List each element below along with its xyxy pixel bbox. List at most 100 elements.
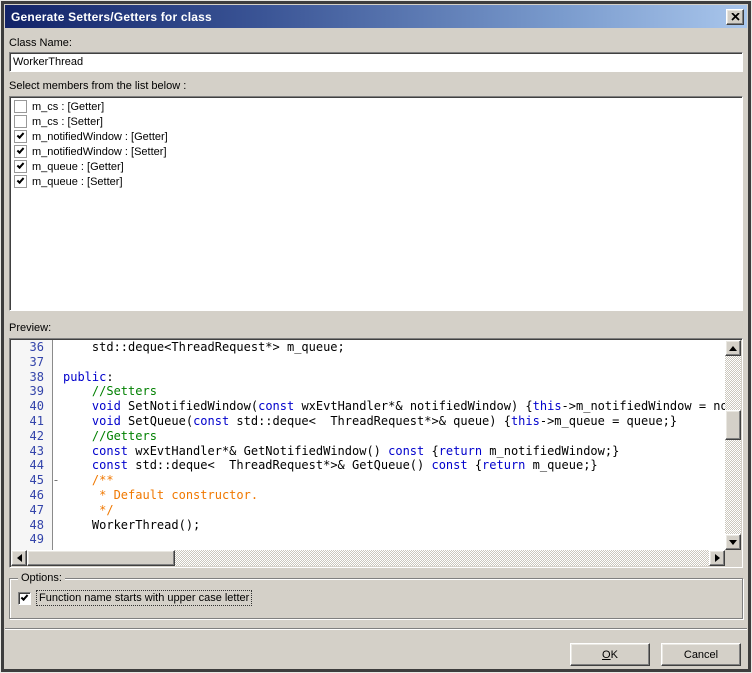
member-label: m_queue : [Getter] <box>32 161 124 173</box>
member-label: m_cs : [Getter] <box>32 101 104 113</box>
scroll-right-button[interactable] <box>709 550 725 566</box>
line-number: 47 <box>11 503 49 518</box>
check-icon <box>17 131 25 139</box>
code-line: 49 <box>11 532 725 547</box>
code-line: 48 WorkerThread(); <box>11 518 725 533</box>
code-text: void SetQueue(const std::deque< ThreadRe… <box>63 414 677 429</box>
cancel-button[interactable]: Cancel <box>661 643 741 666</box>
fold-marker[interactable] <box>49 518 63 533</box>
dialog-window: Generate Setters/Getters for class Class… <box>0 0 752 673</box>
member-checkbox[interactable] <box>14 130 27 143</box>
line-number: 44 <box>11 458 49 473</box>
check-icon <box>17 146 25 154</box>
scrollbar-corner <box>725 550 741 566</box>
titlebar[interactable]: Generate Setters/Getters for class <box>5 5 747 28</box>
code-text: * Default constructor. <box>63 488 258 503</box>
options-group-label: Options: <box>18 572 65 584</box>
members-label: Select members from the list below : <box>9 80 743 92</box>
scroll-up-button[interactable] <box>725 340 741 356</box>
code-text: std::deque<ThreadRequest*> m_queue; <box>63 340 345 355</box>
line-number: 42 <box>11 429 49 444</box>
scroll-down-button[interactable] <box>725 534 741 550</box>
line-number: 39 <box>11 384 49 399</box>
member-row[interactable]: m_notifiedWindow : [Setter] <box>11 144 741 159</box>
code-text: const std::deque< ThreadRequest*>& GetQu… <box>63 458 598 473</box>
class-name-label: Class Name: <box>9 37 743 49</box>
vertical-scroll-thumb[interactable] <box>725 410 741 440</box>
horizontal-scrollbar[interactable] <box>11 550 725 566</box>
check-icon <box>17 161 25 169</box>
uppercase-checkbox[interactable] <box>18 592 31 605</box>
code-line: 37 <box>11 355 725 370</box>
members-list[interactable]: m_cs : [Getter] m_cs : [Setter] m_notifi… <box>9 96 743 311</box>
fold-marker[interactable] <box>49 370 63 385</box>
code-text: */ <box>63 503 114 518</box>
code-line: 38 public: <box>11 370 725 385</box>
ok-button-label: OK <box>602 649 618 661</box>
uppercase-option-row[interactable]: Function name starts with upper case let… <box>18 591 734 605</box>
scroll-left-button[interactable] <box>11 550 27 566</box>
fold-marker[interactable] <box>49 340 63 355</box>
code-line: 46 * Default constructor. <box>11 488 725 503</box>
check-icon <box>17 176 25 184</box>
member-checkbox[interactable] <box>14 100 27 113</box>
arrow-right-icon <box>715 554 720 562</box>
class-name-input[interactable] <box>9 52 743 72</box>
code-line: 39 //Setters <box>11 384 725 399</box>
line-number: 43 <box>11 444 49 459</box>
arrow-left-icon <box>17 554 22 562</box>
member-checkbox[interactable] <box>14 115 27 128</box>
line-number: 41 <box>11 414 49 429</box>
vertical-scrollbar[interactable] <box>725 340 741 550</box>
member-checkbox[interactable] <box>14 160 27 173</box>
code-line: 44 const std::deque< ThreadRequest*>& Ge… <box>11 458 725 473</box>
line-number: 45 <box>11 473 49 488</box>
arrow-up-icon <box>729 346 737 351</box>
member-label: m_notifiedWindow : [Getter] <box>32 131 168 143</box>
member-row[interactable]: m_queue : [Getter] <box>11 159 741 174</box>
fold-marker[interactable] <box>49 429 63 444</box>
fold-marker[interactable] <box>49 444 63 459</box>
code-line: 36 std::deque<ThreadRequest*> m_queue; <box>11 340 725 355</box>
fold-marker[interactable] <box>49 414 63 429</box>
code-text: WorkerThread(); <box>63 518 200 533</box>
member-checkbox[interactable] <box>14 145 27 158</box>
uppercase-checkbox-label: Function name starts with upper case let… <box>37 591 251 605</box>
code-text: /** <box>63 473 114 488</box>
line-number: 48 <box>11 518 49 533</box>
check-icon <box>21 593 29 601</box>
member-label: m_notifiedWindow : [Setter] <box>32 146 167 158</box>
member-row[interactable]: m_notifiedWindow : [Getter] <box>11 129 741 144</box>
fold-marker[interactable] <box>49 532 63 547</box>
fold-marker[interactable] <box>49 355 63 370</box>
button-row: OK Cancel <box>9 643 743 666</box>
fold-marker[interactable] <box>49 399 63 414</box>
member-row[interactable]: m_queue : [Setter] <box>11 174 741 189</box>
code-text: const wxEvtHandler*& GetNotifiedWindow()… <box>63 444 619 459</box>
member-row[interactable]: m_cs : [Setter] <box>11 114 741 129</box>
line-number: 40 <box>11 399 49 414</box>
line-number: 37 <box>11 355 49 370</box>
preview-label: Preview: <box>9 322 743 334</box>
close-button[interactable] <box>726 9 744 25</box>
code-text: //Getters <box>63 429 157 444</box>
code-preview-editor: 36 std::deque<ThreadRequest*> m_queue; 3… <box>9 338 743 568</box>
code-line: 45 - /** <box>11 473 725 488</box>
code-line: 43 const wxEvtHandler*& GetNotifiedWindo… <box>11 444 725 459</box>
fold-marker[interactable]: - <box>49 473 63 488</box>
member-label: m_cs : [Setter] <box>32 116 103 128</box>
code-area[interactable]: 36 std::deque<ThreadRequest*> m_queue; 3… <box>11 340 725 550</box>
fold-marker[interactable] <box>49 384 63 399</box>
code-line: 40 void SetNotifiedWindow(const wxEvtHan… <box>11 399 725 414</box>
fold-marker[interactable] <box>49 458 63 473</box>
cancel-button-label: Cancel <box>684 649 718 661</box>
member-checkbox[interactable] <box>14 175 27 188</box>
ok-button[interactable]: OK <box>570 643 650 666</box>
close-icon <box>731 13 740 21</box>
horizontal-scroll-thumb[interactable] <box>27 550 175 566</box>
fold-marker[interactable] <box>49 488 63 503</box>
line-number: 46 <box>11 488 49 503</box>
fold-marker[interactable] <box>49 503 63 518</box>
line-number: 49 <box>11 532 49 547</box>
member-row[interactable]: m_cs : [Getter] <box>11 99 741 114</box>
